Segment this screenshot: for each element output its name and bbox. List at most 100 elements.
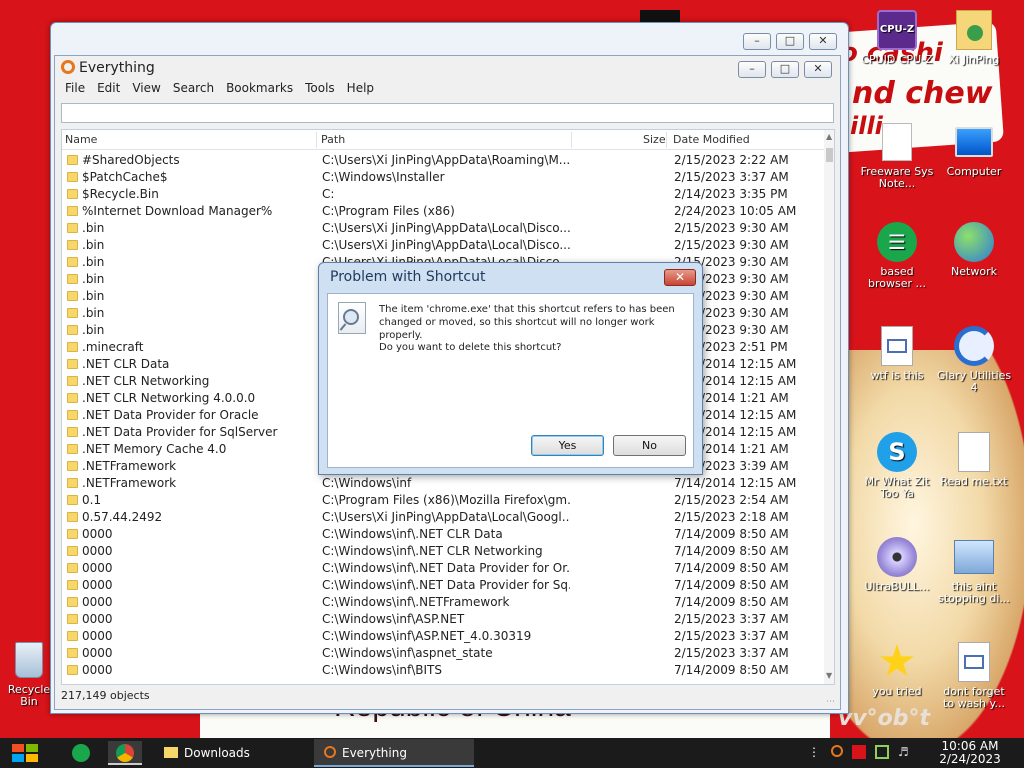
table-row[interactable]: .NETFramework C:\Windows\inf 7/14/2014 12:… xyxy=(62,475,824,492)
column-date-modified[interactable]: Date Modified xyxy=(673,133,750,146)
column-divider[interactable] xyxy=(571,132,572,148)
column-name[interactable]: Name xyxy=(65,133,97,146)
tray-volume-icon[interactable]: ♬ xyxy=(898,745,912,759)
desktop-icon-user-folder[interactable]: Xi JinPing xyxy=(936,8,1012,66)
table-row[interactable]: 0.1 C:\Program Files (x86)\Mozilla Firefo… xyxy=(62,492,824,509)
menu-tools[interactable]: Tools xyxy=(299,81,341,99)
folder-icon xyxy=(67,172,78,182)
row-name: .bin xyxy=(82,306,105,320)
table-row[interactable]: 0000 C:\Windows\inf\.NET CLR Data 7/14/200… xyxy=(62,526,824,543)
table-row[interactable]: %Internet Download Manager% C:\Program Fi… xyxy=(62,203,824,220)
row-name: 0000 xyxy=(82,629,113,643)
status-bar: 217,149 objects xyxy=(61,689,150,702)
table-row[interactable]: 0.57.44.2492 C:\Users\Xi JinPing\AppData\… xyxy=(62,509,824,526)
folder-icon xyxy=(67,257,78,267)
outer-minimize-button[interactable]: – xyxy=(743,33,771,50)
vertical-scrollbar[interactable]: ▲ ▼ xyxy=(824,130,834,684)
outer-close-button[interactable]: ✕ xyxy=(809,33,837,50)
dialog-message: The item 'chrome.exe' that this shortcut… xyxy=(379,304,675,341)
desktop-icon-ultrabull[interactable]: UltraBULL... xyxy=(859,535,935,593)
menu-help[interactable]: Help xyxy=(341,81,380,99)
table-row[interactable]: $Recycle.Bin C: 2/14/2023 3:35 PM xyxy=(62,186,824,203)
column-size[interactable]: Size xyxy=(643,133,666,146)
table-row[interactable]: 0000 C:\Windows\inf\ASP.NET_4.0.30319 2/15… xyxy=(62,628,824,645)
desktop-icon-installer[interactable]: this aint stopping di... xyxy=(936,535,1012,605)
menu-edit[interactable]: Edit xyxy=(91,81,126,99)
menu-bookmarks[interactable]: Bookmarks xyxy=(220,81,299,99)
tray-flag-icon[interactable] xyxy=(852,745,866,759)
start-button[interactable] xyxy=(8,741,44,765)
column-divider[interactable] xyxy=(316,132,317,148)
row-date: 2/15/2023 2:54 AM xyxy=(674,493,789,507)
desktop-icon-wtf[interactable]: wtf is this xyxy=(859,324,935,382)
clock[interactable]: 10:06 AM 2/24/2023 xyxy=(938,740,1002,766)
table-row[interactable]: 0000 C:\Windows\inf\.NET Data Provider fo… xyxy=(62,577,824,594)
row-date: 2/15/2023 3:37 AM xyxy=(674,646,789,660)
desktop-icon-you-tried[interactable]: ★ you tried xyxy=(859,640,935,698)
menu-view[interactable]: View xyxy=(126,81,166,99)
dialog-body: The item 'chrome.exe' that this shortcut… xyxy=(327,293,694,468)
table-row[interactable]: 0000 C:\Windows\inf\ASP.NET 2/15/2023 3:37… xyxy=(62,611,824,628)
tray-search-icon[interactable] xyxy=(831,745,843,757)
list-header: Name Path Size Date Modified xyxy=(62,130,824,150)
glary-icon xyxy=(952,324,996,368)
table-row[interactable]: 0000 C:\Windows\inf\BITS 7/14/2009 8:50 AM xyxy=(62,662,824,679)
table-row[interactable]: .bin C:\Users\Xi JinPing\AppData\Local\Di… xyxy=(62,220,824,237)
scroll-down-icon[interactable]: ▼ xyxy=(826,671,832,680)
folder-icon xyxy=(67,410,78,420)
tray-overflow-icon[interactable]: ⋮ xyxy=(808,745,822,759)
row-name: .bin xyxy=(82,238,105,252)
taskbar-downloads-label: Downloads xyxy=(184,746,250,760)
table-row[interactable]: 0000 C:\Windows\inf\aspnet_state 2/15/2023… xyxy=(62,645,824,662)
row-path: C: xyxy=(322,187,335,201)
desktop-icon-browser[interactable]: ☰ based browser ... xyxy=(859,220,935,290)
no-button[interactable]: No xyxy=(613,435,686,456)
desktop-icon-network[interactable]: Network xyxy=(936,220,1012,278)
table-row[interactable]: .bin C:\Users\Xi JinPing\AppData\Local\Di… xyxy=(62,237,824,254)
resize-grip-icon[interactable]: ⋯ xyxy=(826,697,835,707)
dialog-close-button[interactable]: ✕ xyxy=(664,269,696,286)
taskbar-downloads[interactable]: Downloads xyxy=(154,739,304,767)
row-date: 2/15/2023 3:37 AM xyxy=(674,612,789,626)
table-row[interactable]: 0000 C:\Windows\inf\.NETFramework 7/14/200… xyxy=(62,594,824,611)
close-button[interactable]: ✕ xyxy=(804,61,832,78)
table-row[interactable]: $PatchCache$ C:\Windows\Installer 2/15/202… xyxy=(62,169,824,186)
menu-search[interactable]: Search xyxy=(167,81,220,99)
folder-icon xyxy=(67,478,78,488)
desktop-icon-skype[interactable]: S Mr What Zit Too Ya xyxy=(859,430,935,500)
system-tray: ⋮ ♬ xyxy=(808,745,912,759)
desktop-icon-computer[interactable]: Computer xyxy=(936,120,1012,178)
folder-icon xyxy=(67,631,78,641)
search-input[interactable] xyxy=(61,103,834,123)
minimize-button[interactable]: – xyxy=(738,61,766,78)
taskbar-browser-icon[interactable] xyxy=(64,741,98,765)
row-path: C:\Windows\inf\.NET Data Provider for Sq… xyxy=(322,578,570,592)
maximize-button[interactable]: □ xyxy=(771,61,799,78)
table-row[interactable]: 0000 C:\Windows\inf\.NET CLR Networking 7/… xyxy=(62,543,824,560)
desktop-icon-readme[interactable]: Read me.txt xyxy=(936,430,1012,488)
desktop-icon-label: Mr What Zit Too Ya xyxy=(864,475,930,500)
row-name: .bin xyxy=(82,255,105,269)
desktop-icon-glary[interactable]: Glary Utilities 4 xyxy=(936,324,1012,394)
table-row[interactable]: #SharedObjects C:\Users\Xi JinPing\AppDat… xyxy=(62,152,824,169)
row-name: #SharedObjects xyxy=(82,153,180,167)
desktop-icon-freeware[interactable]: Freeware Sys Note... xyxy=(859,120,935,190)
row-path: C:\Windows\inf\.NET Data Provider for Or… xyxy=(322,561,570,575)
table-row[interactable]: 0000 C:\Windows\inf\.NET Data Provider fo… xyxy=(62,560,824,577)
column-path[interactable]: Path xyxy=(321,133,345,146)
tray-network-icon[interactable] xyxy=(875,745,889,759)
text-file-icon xyxy=(952,430,996,474)
yes-button[interactable]: Yes xyxy=(531,435,604,456)
scrollbar-thumb[interactable] xyxy=(826,148,833,162)
taskbar-chrome-icon[interactable] xyxy=(108,741,142,765)
scroll-up-icon[interactable]: ▲ xyxy=(826,132,832,141)
menu-file[interactable]: File xyxy=(59,81,91,99)
outer-maximize-button[interactable]: □ xyxy=(776,33,804,50)
taskbar-everything[interactable]: Everything xyxy=(314,739,474,767)
row-path: C:\Users\Xi JinPing\AppData\Local\Googl.… xyxy=(322,510,570,524)
desktop-icon-dont-forget[interactable]: dont forget to wash y... xyxy=(936,640,1012,710)
desktop-icon-cpuz[interactable]: CPU-Z CPUID CPU-Z xyxy=(859,8,935,66)
column-divider[interactable] xyxy=(666,132,667,148)
magnifier-shortcut-icon xyxy=(338,302,366,334)
folder-icon xyxy=(67,274,78,284)
